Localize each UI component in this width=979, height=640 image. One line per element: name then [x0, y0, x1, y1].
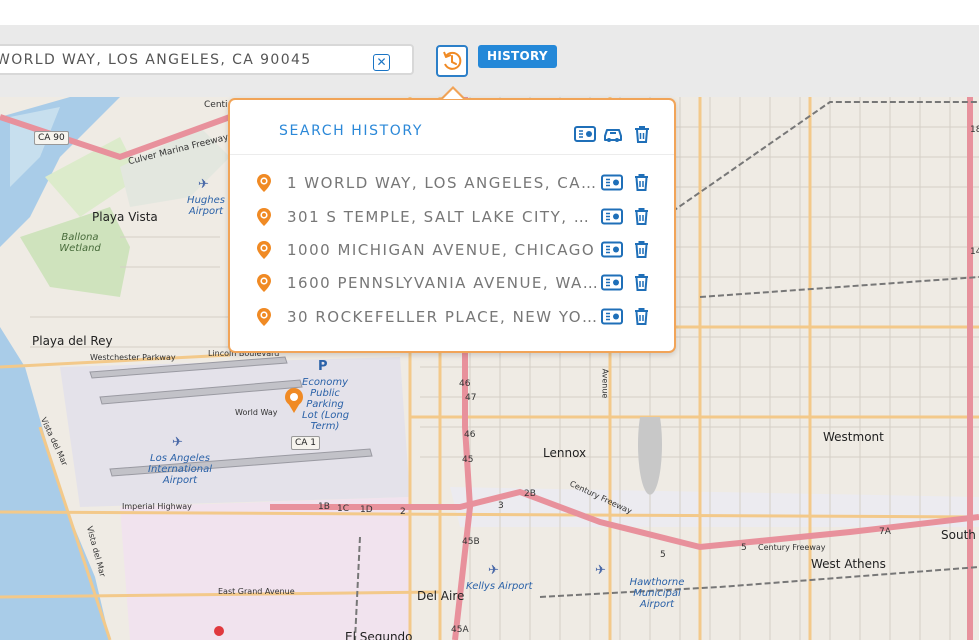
history-item[interactable]: 30 ROCKEFELLER PLACE, NEW YORK, NY: [256, 305, 656, 329]
exit-number: 45: [462, 455, 474, 465]
highway-shield-ca90: CA 90: [34, 131, 69, 145]
location-pin-icon: [256, 273, 272, 293]
map-label-avenue: Avenue: [600, 368, 610, 399]
map-label-del-aire: Del Aire: [417, 589, 465, 603]
location-pin-icon: [256, 307, 272, 327]
exit-number: 2B: [524, 489, 536, 499]
exit-number: 47: [465, 393, 477, 403]
trash-icon[interactable]: [634, 125, 650, 143]
trash-icon[interactable]: [634, 207, 649, 225]
location-pin-icon: [256, 173, 272, 193]
exit-number: 1C: [337, 504, 350, 514]
map-label-lax: Los Angeles International Airport: [148, 453, 212, 486]
history-item-address[interactable]: 1000 MICHIGAN AVENUE, CHICAGO: [287, 241, 599, 259]
map-label-westchester: Westchester Parkway: [90, 353, 176, 362]
popup-title: SEARCH HISTORY: [279, 123, 423, 139]
search-input[interactable]: WORLD WAY, LOS ANGELES, CA 90045 ✕: [0, 44, 414, 75]
map-label-south: South: [941, 528, 976, 542]
show-on-map-icon[interactable]: [601, 308, 623, 325]
map-label-el-segundo: El Segundo: [345, 630, 413, 640]
exit-number: 7A: [879, 527, 891, 537]
history-item-address[interactable]: 30 ROCKEFELLER PLACE, NEW YORK, NY: [287, 308, 599, 326]
exit-number: 45A: [451, 625, 469, 635]
map-pin-icon[interactable]: [284, 387, 304, 415]
show-on-map-icon[interactable]: [601, 274, 623, 291]
airport-icon: ✈: [198, 177, 209, 192]
map-label-east-grand: East Grand Avenue: [218, 587, 295, 596]
history-clock-icon: [443, 51, 462, 70]
show-on-map-icon[interactable]: [601, 241, 623, 258]
parking-symbol: P: [318, 359, 328, 374]
map-label-hughes: Hughes Airport: [187, 195, 225, 217]
history-item[interactable]: 1600 PENNSLYVANIA AVENUE, WASHINGTON, DC: [256, 271, 656, 295]
location-pin-icon: [256, 240, 272, 260]
exit-number: 46: [459, 379, 471, 389]
history-item-address[interactable]: 1 WORLD WAY, LOS ANGELES, CA 90045: [287, 174, 599, 192]
exit-number: 1B: [318, 502, 330, 512]
exit-number: 46: [464, 430, 476, 440]
map-label-playa-del-rey: Playa del Rey: [32, 334, 113, 348]
map-label-lennox: Lennox: [543, 446, 587, 460]
history-label-button[interactable]: HISTORY: [478, 45, 557, 68]
trash-icon[interactable]: [634, 307, 649, 325]
show-all-on-map-icon[interactable]: [574, 125, 596, 143]
map-label-westmont: Westmont: [823, 430, 884, 444]
search-input-value: WORLD WAY, LOS ANGELES, CA 90045: [0, 52, 312, 68]
map-label-playa-vista: Playa Vista: [92, 210, 158, 224]
exit-number: 5: [741, 543, 747, 553]
airport-icon: ✈: [172, 435, 183, 450]
top-bar: [0, 0, 979, 25]
show-on-map-icon[interactable]: [601, 174, 623, 191]
map-label-century-fwy-2: Century Freeway: [758, 543, 826, 552]
map-label-imperial: Imperial Highway: [122, 502, 192, 511]
history-toggle-button[interactable]: [436, 45, 468, 77]
trash-icon[interactable]: [634, 273, 649, 291]
history-item[interactable]: 1 WORLD WAY, LOS ANGELES, CA 90045: [256, 171, 656, 195]
exit-number: 1D: [360, 505, 373, 515]
route-car-icon[interactable]: [602, 125, 624, 143]
trash-icon[interactable]: [634, 173, 649, 191]
popup-arrow-inner: [443, 89, 463, 99]
history-item[interactable]: 1000 MICHIGAN AVENUE, CHICAGO: [256, 238, 656, 262]
map-label-centinela: Centi: [204, 100, 228, 110]
location-pin-icon: [256, 207, 272, 227]
map-label-ballona: Ballona Wetland: [59, 232, 101, 254]
search-history-popup: SEARCH HISTORY 1 WORLD WAY, LOS ANGELES,…: [228, 98, 676, 353]
map-label-world-way: World Way: [235, 408, 278, 417]
map-label-kellys: Kellys Airport: [466, 581, 533, 592]
map-label-economy-parking: Economy Public Parking Lot (Long Term): [302, 377, 350, 432]
exit-number: 3: [498, 501, 504, 511]
exit-number: 14: [970, 247, 979, 257]
show-on-map-icon[interactable]: [601, 208, 623, 225]
popup-divider: [230, 154, 674, 155]
exit-number: 18: [970, 125, 979, 135]
history-item[interactable]: 301 S TEMPLE, SALT LAKE CITY, UT 84111: [256, 205, 656, 229]
highway-shield-ca1: CA 1: [291, 436, 321, 450]
airport-icon: ✈: [595, 563, 606, 578]
history-item-address[interactable]: 1600 PENNSLYVANIA AVENUE, WASHINGTON, DC: [287, 274, 599, 292]
airport-icon: ✈: [488, 563, 499, 578]
map-label-west-athens: West Athens: [811, 557, 886, 571]
history-item-address[interactable]: 301 S TEMPLE, SALT LAKE CITY, UT 84111: [287, 208, 599, 226]
close-icon[interactable]: ✕: [373, 54, 390, 71]
exit-number: 45B: [462, 537, 480, 547]
map-label-hawthorne: Hawthorne Municipal Airport: [629, 577, 685, 610]
exit-number: 2: [400, 507, 406, 517]
exit-number: 5: [660, 550, 666, 560]
trash-icon[interactable]: [634, 240, 649, 258]
